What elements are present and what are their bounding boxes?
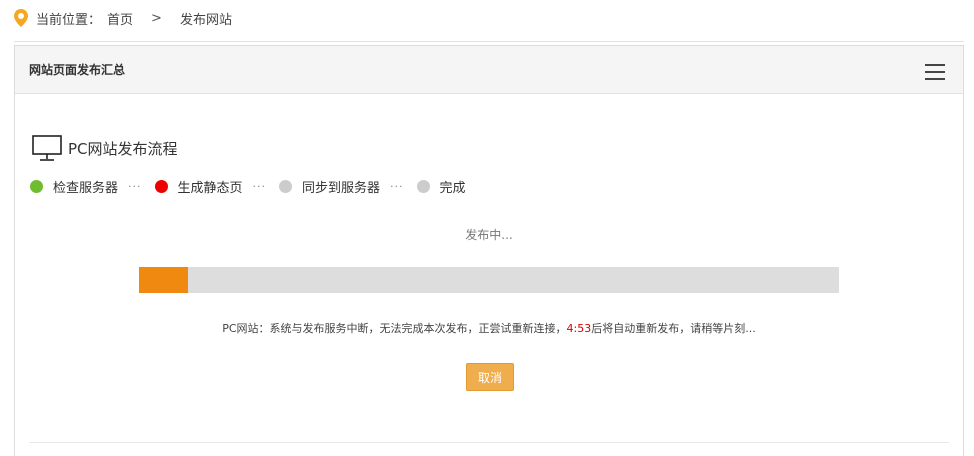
step-status-dot [279,180,293,193]
step-label: 同步到服务器 [302,181,381,196]
step-separator: ··· [390,180,404,193]
step-status-dot [416,180,430,193]
monitor-icon [32,135,62,161]
breadcrumb: 当前位置： 首页 > 发布网站 [14,8,232,28]
publish-status: 发布中... [465,228,513,242]
panel-bottom-divider [29,442,949,443]
reconnect-countdown: 4:53 [566,322,592,335]
cancel-button[interactable]: 取消 [466,363,514,391]
location-pin-icon [14,9,28,27]
panel-title: 网站页面发布汇总 [29,63,126,77]
process-steps: 检查服务器 ··· 生成静态页 ··· 同步到服务器 ··· 完成 [30,177,466,196]
step-label: 完成 [439,181,466,196]
error-message: PC网站：系统与发布服务中断，无法完成本次发布，正尝试重新连接，4:53后将自动… [15,320,963,336]
process-title-text: PC网站发布流程 [68,140,178,158]
process-title: PC网站发布流程 [32,135,178,162]
error-message-suffix: 后将自动重新发布，请稍等片刻... [591,322,756,335]
panel-header: 网站页面发布汇总 [15,46,963,94]
step-status-dot [30,180,43,193]
step-separator: ··· [252,180,267,193]
step-separator: ··· [128,180,142,193]
breadcrumb-label: 当前位置： [36,12,102,28]
step-generate-static: 生成静态页 [154,177,243,196]
header-divider [14,41,964,42]
step-label: 生成静态页 [177,181,243,196]
breadcrumb-current: 发布网站 [179,12,232,28]
step-check-server: 检查服务器 [30,177,118,196]
step-label: 检查服务器 [53,181,119,196]
progress-bar [139,267,839,293]
error-message-prefix: PC网站：系统与发布服务中断，无法完成本次发布，正尝试重新连接， [222,322,567,335]
breadcrumb-separator: > [151,10,162,26]
progress-fill [139,267,188,293]
step-sync-server: 同步到服务器 [279,177,380,196]
breadcrumb-home-link[interactable]: 首页 [107,9,133,28]
hamburger-menu-icon[interactable] [925,64,945,80]
step-complete: 完成 [416,177,466,196]
publish-panel: 网站页面发布汇总 PC网站发布流程 检查服务器 ··· 生成静态页 ··· 同步… [14,45,964,456]
step-status-dot [154,180,168,193]
